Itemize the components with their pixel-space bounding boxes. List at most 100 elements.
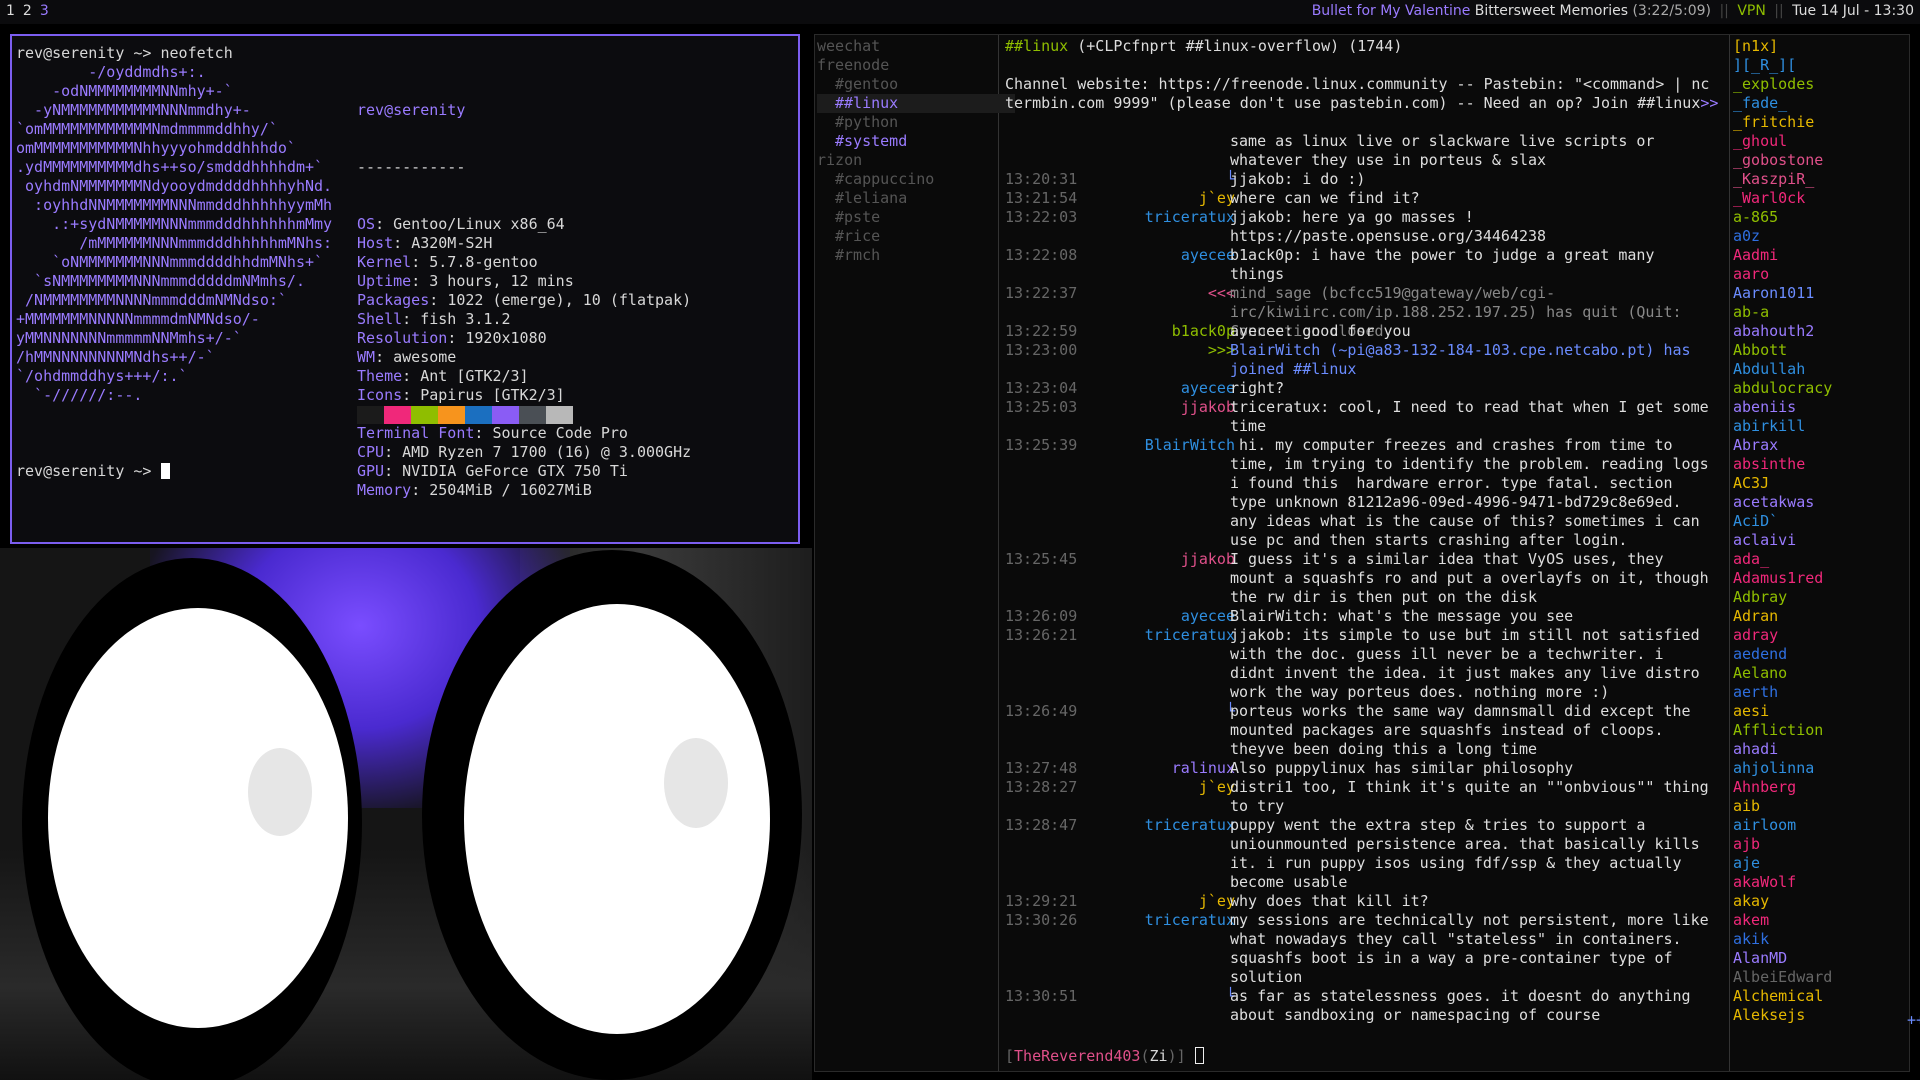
nick[interactable]: triceratux: [1145, 911, 1235, 930]
nicklist-item[interactable]: _Warl0ck: [1733, 189, 1805, 208]
nicklist-item[interactable]: a0z: [1733, 227, 1760, 246]
status-area: Bullet for My Valentine Bittersweet Memo…: [1312, 3, 1914, 19]
nicklist-item[interactable]: akik: [1733, 930, 1769, 949]
tag-1[interactable]: 1: [6, 3, 15, 19]
nicklist-item[interactable]: airloom: [1733, 816, 1796, 835]
buffer-item[interactable]: freenode: [817, 56, 997, 75]
terminal-prompt[interactable]: rev@serenity ~>: [16, 462, 170, 481]
wallpaper: [0, 548, 812, 1080]
info-row: Terminal Font: Source Code Pro: [357, 424, 628, 442]
nicklist-item[interactable]: abahouth2: [1733, 322, 1814, 341]
nicklist-item[interactable]: _ghoul: [1733, 132, 1787, 151]
nicklist-item[interactable]: Affliction: [1733, 721, 1823, 740]
nick-list: [n1x]][_R_][_explodes _fade_ _fritchie _gho…: [1729, 35, 1910, 1071]
chat-area[interactable]: same as linux live or slackware live scr…: [1005, 132, 1711, 1048]
nick[interactable]: ralinux: [1172, 759, 1235, 778]
nicklist-item[interactable]: Adamus1red: [1733, 569, 1823, 588]
nicklist-item[interactable]: AlanMD: [1733, 949, 1787, 968]
nicklist-item[interactable]: _fritchie: [1733, 113, 1814, 132]
nicklist-item[interactable]: adray: [1733, 626, 1778, 645]
nicklist-item[interactable]: _explodes: [1733, 75, 1814, 94]
buffer-item[interactable]: #leliana: [817, 189, 1015, 208]
nicklist-item[interactable]: Aelano: [1733, 664, 1787, 683]
nicklist-item[interactable]: abdulocracy: [1733, 379, 1832, 398]
nick[interactable]: BlairWitch: [1145, 436, 1235, 455]
nick[interactable]: triceratux: [1145, 816, 1235, 835]
buffer-item[interactable]: #gentoo: [817, 75, 1015, 94]
nicklist-item[interactable]: ab-a: [1733, 303, 1769, 322]
nicklist-item[interactable]: Abbott: [1733, 341, 1787, 360]
buffer-item[interactable]: #cappuccino: [817, 170, 1015, 189]
tag-2[interactable]: 2: [23, 3, 32, 19]
nicklist-item[interactable]: akay: [1733, 892, 1769, 911]
separator: ||: [1719, 3, 1729, 19]
nicklist-item[interactable]: Alchemical: [1733, 987, 1823, 1006]
nicklist-item[interactable]: Adbray: [1733, 588, 1787, 607]
nicklist-item[interactable]: ahadi: [1733, 740, 1778, 759]
nicklist-item[interactable]: aclaivi: [1733, 531, 1796, 550]
nicklist-item[interactable]: ajb: [1733, 835, 1760, 854]
buffer-item[interactable]: #pste: [817, 208, 1015, 227]
nicklist-item[interactable]: aje: [1733, 854, 1760, 873]
nicklist-item[interactable]: abeniis: [1733, 398, 1796, 417]
terminal-window[interactable]: rev@serenity ~> neofetch -/oyddmdhs+:. -…: [10, 34, 800, 544]
nicklist-item[interactable]: akem: [1733, 911, 1769, 930]
nicklist-item[interactable]: AC3J: [1733, 474, 1769, 493]
nicklist-item[interactable]: AciD`: [1733, 512, 1778, 531]
nicklist-item[interactable]: Aaron1011: [1733, 284, 1814, 303]
weechat-window[interactable]: weechat freenode #gentoo ##linux #python #sys…: [814, 34, 1920, 1072]
info-key: OS: [357, 215, 376, 233]
nicklist-item[interactable]: Ahnberg: [1733, 778, 1796, 797]
nick[interactable]: jjakob: [1181, 550, 1235, 569]
nicklist-item[interactable]: aerth: [1733, 683, 1778, 702]
timestamp: 13:21:54: [1005, 189, 1078, 207]
buffer-item[interactable]: #systemd: [817, 132, 1015, 151]
nicklist-item[interactable]: aesi: [1733, 702, 1769, 721]
nick[interactable]: ayecee: [1181, 246, 1235, 265]
nicklist-item[interactable]: _gobostone: [1733, 151, 1823, 170]
nick[interactable]: triceratux: [1145, 208, 1235, 227]
nicklist-item[interactable]: Abdullah: [1733, 360, 1805, 379]
nick[interactable]: b1ack0p: [1172, 322, 1235, 341]
message-text: BlairWitch (~pi@a83-132-184-103.cpe.netc…: [1230, 341, 1700, 378]
info-row: Theme: Ant [GTK2/3]: [357, 367, 529, 385]
ascii-line: /hMMNNNNNNNNMNdhs++/-`: [16, 348, 215, 366]
info-row: Host: A320M-S2H: [357, 234, 493, 252]
nicklist-item[interactable]: aaro: [1733, 265, 1769, 284]
nicklist-item[interactable]: _fade_: [1733, 94, 1787, 113]
buffer-item[interactable]: #rice: [817, 227, 1015, 246]
nick[interactable]: ayecee: [1181, 607, 1235, 626]
nicklist-item[interactable]: Adran: [1733, 607, 1778, 626]
nick[interactable]: triceratux: [1145, 626, 1235, 645]
nicklist-item[interactable]: abirkill: [1733, 417, 1805, 436]
nicklist-item[interactable]: acetakwas: [1733, 493, 1814, 512]
nicklist-item[interactable]: ][_R_][: [1733, 56, 1796, 75]
message-text: jjakob: its simple to use but im still n…: [1230, 626, 1709, 701]
buffer-item[interactable]: #rmch: [817, 246, 1015, 265]
tag-3[interactable]: 3: [40, 3, 49, 19]
nick[interactable]: ayecee: [1181, 379, 1235, 398]
message-text: Also puppylinux has similar philosophy: [1230, 759, 1574, 777]
top-status-bar: 123 Bullet for My Valentine Bittersweet …: [0, 0, 1920, 24]
timestamp: 13:22:59: [1005, 322, 1078, 340]
nick[interactable]: jjakob: [1181, 398, 1235, 417]
nicklist-item[interactable]: ahjolinna: [1733, 759, 1814, 778]
nicklist-item[interactable]: ada_: [1733, 550, 1769, 569]
buffer-item[interactable]: #python: [817, 113, 1015, 132]
nicklist-item[interactable]: Abrax: [1733, 436, 1778, 455]
buffer-item[interactable]: weechat: [817, 37, 997, 56]
nicklist-item[interactable]: aib: [1733, 797, 1760, 816]
buffer-item[interactable]: ##linux: [817, 94, 1015, 113]
nicklist-item[interactable]: AlbeiEdward: [1733, 968, 1832, 987]
info-value: A320M-S2H: [411, 234, 493, 252]
nicklist-item[interactable]: [n1x]: [1733, 37, 1778, 56]
nicklist-item[interactable]: akaWolf: [1733, 873, 1796, 892]
nicklist-item[interactable]: Aleksejs: [1733, 1006, 1805, 1025]
input-bar[interactable]: [TheReverend403(Zi)]: [1005, 1047, 1204, 1066]
nicklist-item[interactable]: a-865: [1733, 208, 1778, 227]
nicklist-item[interactable]: absinthe: [1733, 455, 1805, 474]
nicklist-item[interactable]: _KaszpiR_: [1733, 170, 1814, 189]
nicklist-item[interactable]: Aadmi: [1733, 246, 1778, 265]
nicklist-item[interactable]: aedend: [1733, 645, 1787, 664]
buffer-item[interactable]: rizon: [817, 151, 997, 170]
